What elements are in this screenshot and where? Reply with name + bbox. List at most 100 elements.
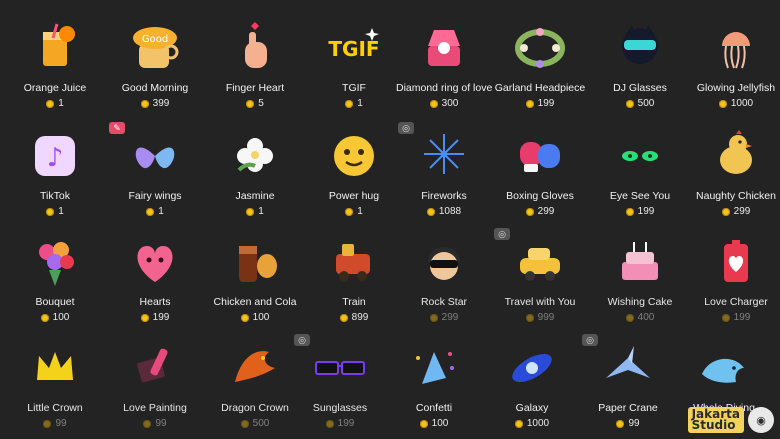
- coin-icon: [246, 99, 255, 108]
- gift-dragon-crown[interactable]: Dragon Crown 500: [207, 338, 303, 429]
- train-icon: [324, 232, 384, 292]
- gift-love-painting[interactable]: Love Painting 99: [107, 338, 203, 429]
- gift-name: Train: [342, 296, 366, 308]
- gift-price: 300: [396, 98, 492, 109]
- gift-travel-with-you[interactable]: ◎ Travel with You 999: [492, 228, 588, 323]
- gift-confetti[interactable]: Confetti 100: [386, 338, 482, 429]
- bouquet-icon: [25, 232, 85, 292]
- galaxy-icon: [502, 338, 562, 398]
- fireworks-icon: [414, 126, 474, 186]
- gift-train[interactable]: Train 899: [306, 232, 402, 323]
- svg-text:♪: ♪: [47, 143, 64, 173]
- gift-sunglasses[interactable]: ◎ Sunglasses 199: [292, 334, 388, 429]
- gift-name: Fairy wings: [128, 190, 182, 202]
- gift-eye-see-you[interactable]: Eye See You 199: [592, 126, 688, 217]
- gift-name: Rock Star: [420, 296, 468, 308]
- gift-grid: Orange Juice 1 Good Good Morning 399 Fin…: [0, 0, 780, 439]
- coin-icon: [240, 419, 249, 428]
- coin-icon: [339, 313, 348, 322]
- gift-price: 1000: [484, 418, 580, 429]
- gift-rock-star[interactable]: Rock Star 299: [396, 232, 492, 323]
- gift-price: 299: [688, 206, 780, 217]
- eye-see-you-icon: [610, 126, 670, 186]
- gift-hearts[interactable]: Hearts 199: [107, 232, 203, 323]
- gift-naughty-chicken[interactable]: Naughty Chicken 299: [688, 126, 780, 217]
- gift-name: Travel with You: [504, 296, 576, 308]
- dragon-crown-icon: [225, 338, 285, 398]
- gift-price: 199: [107, 312, 203, 323]
- coin-icon: [625, 99, 634, 108]
- chicken-cola-icon: [225, 232, 285, 292]
- gift-paper-crane[interactable]: ◎ Paper Crane 99: [580, 334, 676, 429]
- gift-fairy-wings[interactable]: ✎ Fairy wings 1: [107, 122, 203, 217]
- gift-name: Hearts: [139, 296, 171, 308]
- coin-icon: [426, 207, 435, 216]
- gift-name: Orange Juice: [23, 82, 87, 94]
- gift-love-charger[interactable]: Love Charger 199: [688, 232, 780, 323]
- gift-glowing-jellyfish[interactable]: Glowing Jellyfish 1000: [688, 18, 780, 109]
- coin-icon: [721, 313, 730, 322]
- gift-name: Eye See You: [609, 190, 671, 202]
- special-badge-icon: ◎: [582, 334, 598, 346]
- coin-icon: [345, 99, 354, 108]
- gift-tgif[interactable]: TGIF TGIF 1: [306, 18, 402, 109]
- gift-price: 100: [207, 312, 303, 323]
- watermark-line2: Studio: [691, 418, 736, 432]
- coin-icon: [419, 419, 428, 428]
- gift-name: Garland Headpiece: [494, 82, 586, 94]
- coin-icon: [40, 313, 49, 322]
- coin-icon: [140, 313, 149, 322]
- boxing-gloves-icon: [510, 126, 570, 186]
- gift-galaxy[interactable]: Galaxy 1000: [484, 338, 580, 429]
- tiktok-icon: ♪: [25, 126, 85, 186]
- crown-icon: [25, 338, 85, 398]
- gift-good-morning[interactable]: Good Good Morning 399: [107, 18, 203, 109]
- gift-chicken-cola[interactable]: Chicken and Cola 100: [207, 232, 303, 323]
- gift-name: Jasmine: [235, 190, 275, 202]
- fairy-wings-icon: [125, 126, 185, 186]
- jellyfish-icon: [706, 18, 766, 78]
- gift-price: 500: [592, 98, 688, 109]
- gift-wishing-cake[interactable]: Wishing Cake 400: [592, 232, 688, 323]
- gift-price: 1: [7, 98, 103, 109]
- gift-fireworks[interactable]: ◎ Fireworks 1088: [396, 122, 492, 217]
- gift-price: 1000: [688, 98, 780, 109]
- coin-icon: [525, 207, 534, 216]
- watermark-text: Jakarta Studio: [687, 407, 744, 433]
- gift-orange-juice[interactable]: Orange Juice 1: [7, 18, 103, 109]
- gift-jasmine[interactable]: Jasmine 1: [207, 126, 303, 217]
- whale-icon: [694, 338, 754, 398]
- gift-bouquet[interactable]: Bouquet 100: [7, 232, 103, 323]
- coin-icon: [325, 419, 334, 428]
- gift-tiktok[interactable]: ♪ TikTok 1: [7, 126, 103, 217]
- paper-crane-icon: [598, 338, 658, 398]
- naughty-chicken-icon: [706, 126, 766, 186]
- gift-finger-heart[interactable]: Finger Heart 5: [207, 18, 303, 109]
- coin-icon: [721, 207, 730, 216]
- gift-name: Little Crown: [27, 402, 83, 414]
- jasmine-icon: [225, 126, 285, 186]
- gift-price: 899: [306, 312, 402, 323]
- coin-icon: [514, 419, 523, 428]
- gift-diamond-ring[interactable]: Diamond ring of love 300: [396, 18, 492, 109]
- gift-name: TGIF: [342, 82, 366, 94]
- gift-name: Love Painting: [123, 402, 187, 414]
- gift-price: 299: [492, 206, 588, 217]
- hearts-icon: [125, 232, 185, 292]
- coin-icon: [240, 313, 249, 322]
- love-painting-icon: [125, 338, 185, 398]
- gift-price: 1: [107, 206, 203, 217]
- gift-little-crown[interactable]: Little Crown 99: [7, 338, 103, 429]
- coin-icon: [246, 207, 255, 216]
- gift-name: Fireworks: [421, 190, 467, 202]
- watermark: Jakarta Studio ◉: [687, 407, 774, 433]
- gift-boxing-gloves[interactable]: Boxing Gloves 299: [492, 126, 588, 217]
- gift-name: Chicken and Cola: [213, 296, 297, 308]
- gift-power-hug[interactable]: Power hug 1: [306, 126, 402, 217]
- gift-dj-glasses[interactable]: DJ Glasses 500: [592, 18, 688, 109]
- power-hug-icon: [324, 126, 384, 186]
- watermark-logo-icon: ◉: [748, 407, 774, 433]
- gift-name: Paper Crane: [598, 402, 658, 414]
- gift-garland[interactable]: Garland Headpiece 199: [492, 18, 588, 109]
- special-badge-icon: ◎: [294, 334, 310, 346]
